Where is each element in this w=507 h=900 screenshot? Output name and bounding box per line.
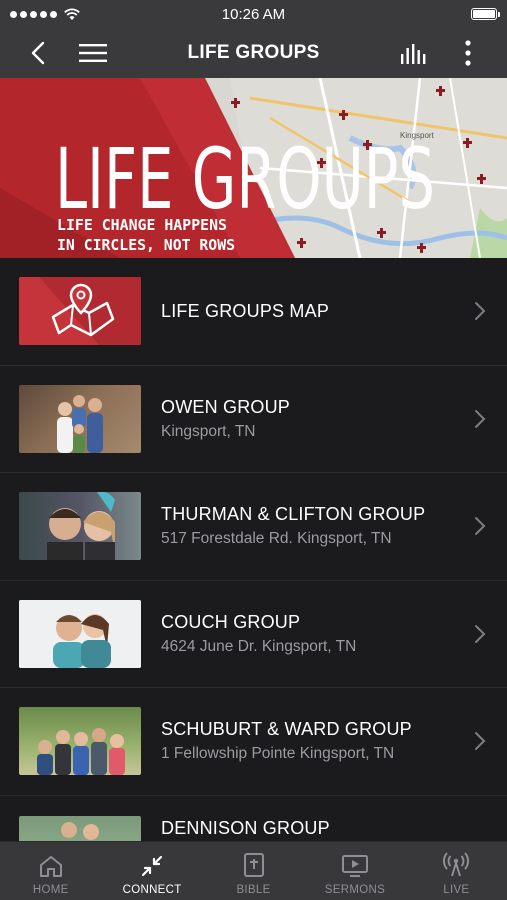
row-title: OWEN GROUP — [161, 396, 291, 417]
connect-icon — [142, 855, 163, 877]
audio-button[interactable] — [395, 33, 435, 73]
chevron-right-icon — [475, 624, 486, 643]
tab-bar: HOME CONNECT BIBLE SERMONS LIVE — [0, 841, 507, 900]
battery-icon — [471, 8, 500, 20]
signal-icon — [10, 10, 57, 18]
sermons-icon — [341, 855, 368, 877]
row-title: SCHUBURT & WARD GROUP — [161, 719, 412, 740]
tab-home[interactable]: HOME — [0, 842, 101, 900]
status-left — [10, 8, 81, 21]
bible-icon — [243, 853, 264, 877]
more-button[interactable] — [448, 33, 488, 73]
nav-bar: LIFE GROUPS — [0, 28, 507, 78]
tab-sermons[interactable]: SERMONS — [304, 842, 405, 900]
chevron-right-icon — [475, 302, 486, 321]
list-item-life-groups-map[interactable]: LIFE GROUPS MAP — [0, 258, 507, 366]
row-subtitle: 1 Fellowship Pointe Kingsport, TN — [161, 745, 395, 763]
row-title: COUCH GROUP — [161, 611, 301, 632]
hamburger-icon — [79, 44, 107, 62]
map-thumbnail — [19, 277, 141, 346]
row-title: LIFE GROUPS MAP — [161, 300, 330, 321]
chevron-right-icon — [475, 732, 486, 751]
banner-tagline-2: IN CIRCLES, NOT ROWS — [57, 236, 235, 254]
more-vertical-icon — [465, 40, 471, 66]
banner-image: Kingsport LIFE GROUPS LIFE CHANGE HAPPEN… — [0, 78, 507, 258]
chevron-left-icon — [31, 41, 45, 65]
tab-label: HOME — [32, 884, 69, 896]
list-item-thurman-clifton-group[interactable]: THURMAN & CLIFTON GROUP 517 Forestdale R… — [0, 473, 507, 581]
menu-button[interactable] — [73, 33, 113, 73]
row-text: COUCH GROUP 4624 June Dr. Kingsport, TN — [161, 612, 457, 656]
groups-list: LIFE GROUPS MAP OWEN GROUP Kingsport, TN — [0, 258, 507, 841]
home-icon — [39, 856, 62, 877]
map-pin-icon — [19, 277, 141, 346]
chevron-right-icon — [475, 517, 486, 536]
banner-title: LIFE GROUPS — [55, 130, 435, 228]
life-groups-banner: Kingsport LIFE GROUPS LIFE CHANGE HAPPEN… — [0, 78, 507, 258]
banner-tagline-1: LIFE CHANGE HAPPENS — [57, 216, 227, 234]
row-text: SCHUBURT & WARD GROUP 1 Fellowship Point… — [161, 719, 457, 763]
row-text: LIFE GROUPS MAP — [161, 301, 457, 322]
tab-label: BIBLE — [236, 884, 271, 896]
tab-label: CONNECT — [122, 884, 182, 896]
row-subtitle: 4624 June Dr. Kingsport, TN — [161, 637, 357, 655]
row-title: DENNISON GROUP — [161, 817, 330, 838]
audio-bars-icon — [401, 44, 426, 64]
group-photo — [19, 599, 141, 668]
tab-label: SERMONS — [324, 884, 386, 896]
live-icon — [443, 852, 470, 877]
back-button[interactable] — [18, 33, 58, 73]
tab-label: LIVE — [443, 884, 470, 896]
row-subtitle: 517 Forestdale Rd. Kingsport, TN — [161, 530, 392, 548]
list-item-owen-group[interactable]: OWEN GROUP Kingsport, TN — [0, 366, 507, 473]
row-text: OWEN GROUP Kingsport, TN — [161, 397, 457, 441]
row-title: THURMAN & CLIFTON GROUP — [161, 504, 426, 525]
tab-bible[interactable]: BIBLE — [203, 842, 304, 900]
tab-live[interactable]: LIVE — [406, 842, 507, 900]
group-photo — [19, 815, 141, 841]
row-text: THURMAN & CLIFTON GROUP 517 Forestdale R… — [161, 504, 457, 548]
group-photo — [19, 384, 141, 453]
chevron-right-icon — [475, 409, 486, 428]
wifi-icon — [64, 8, 80, 20]
group-photo — [19, 707, 141, 776]
row-text: DENNISON GROUP — [161, 818, 457, 839]
list-item-couch-group[interactable]: COUCH GROUP 4624 June Dr. Kingsport, TN — [0, 581, 507, 688]
group-photo — [19, 492, 141, 561]
tab-connect[interactable]: CONNECT — [101, 842, 202, 900]
status-bar: 10:26 AM — [0, 0, 507, 28]
list-item-schuburt-ward-group[interactable]: SCHUBURT & WARD GROUP 1 Fellowship Point… — [0, 688, 507, 796]
list-item-dennison-group[interactable]: DENNISON GROUP — [0, 796, 507, 841]
row-subtitle: Kingsport, TN — [161, 422, 256, 440]
